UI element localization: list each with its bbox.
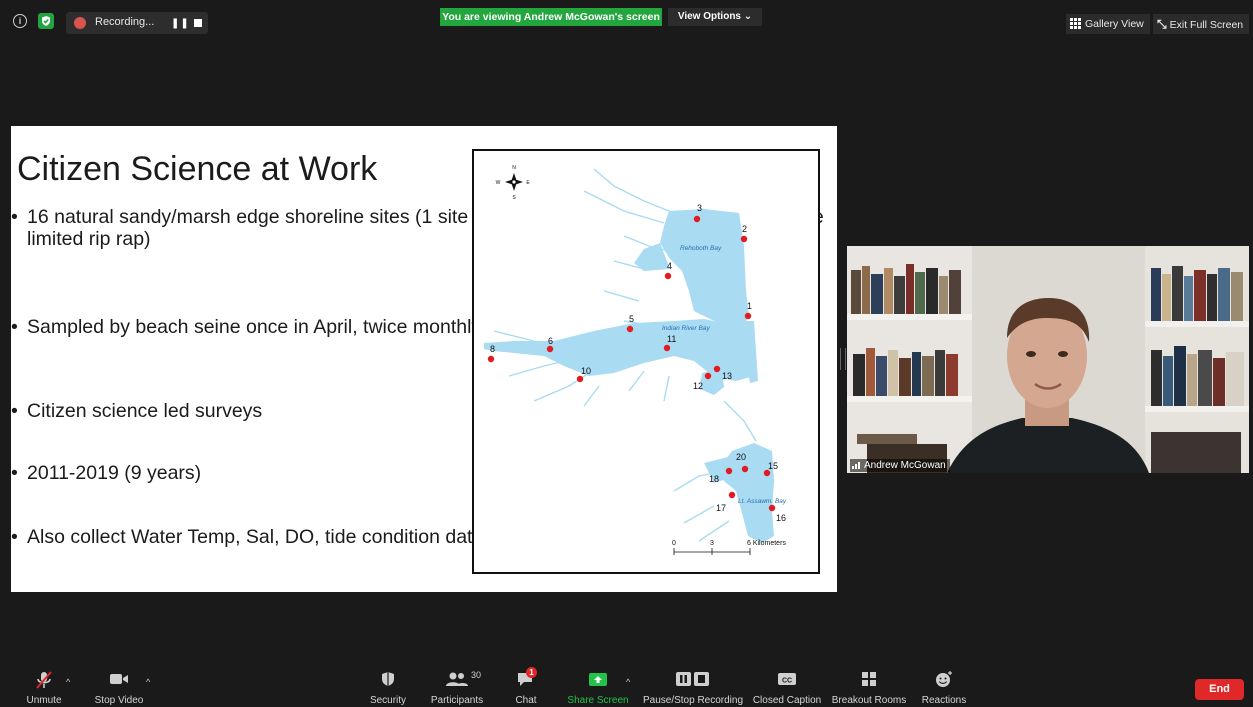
unmute-button[interactable]: Unmute [22,662,66,707]
viewing-screen-banner: You are viewing Andrew McGowan's screen [440,8,662,26]
stop-video-button[interactable]: Stop Video [92,662,146,707]
end-meeting-button[interactable]: End [1195,679,1244,700]
shared-screen-slide: Citizen Science at Work • 16 natural san… [11,126,837,592]
participant-name: Andrew McGowan [864,460,946,471]
slide-bullet: • 2011-2019 (9 years) [11,462,202,484]
closed-caption-icon: CC [776,670,798,691]
pause-stop-recording-button[interactable]: Pause/Stop Recording [642,662,744,707]
svg-text:3: 3 [710,540,714,547]
site-label: 6 [548,336,553,346]
participants-label: Participants [430,695,484,706]
site-label: 16 [776,513,786,523]
svg-text:0: 0 [672,540,676,547]
site-label: 3 [697,203,702,213]
breakout-rooms-icon [860,670,878,691]
bay-label: Indian River Bay [662,325,710,332]
slide-title: Citizen Science at Work [17,150,378,188]
grid-icon [1070,18,1081,29]
gallery-view-button[interactable]: Gallery View [1066,14,1150,34]
chat-label: Chat [515,695,537,706]
encryption-shield-icon[interactable] [38,13,54,29]
exit-full-screen-label: Exit Full Screen [1169,19,1244,31]
closed-caption-button[interactable]: CC Closed Caption [752,662,822,707]
gallery-view-label: Gallery View [1085,18,1144,30]
chevron-up-icon[interactable]: ^ [66,677,70,687]
stop-recording-icon[interactable] [194,19,202,27]
meeting-toolbar: Unmute ^ Stop Video ^ Security 30 Partic… [0,662,1253,707]
chevron-down-icon: ⌄ [743,11,753,22]
participants-icon: 30 [445,670,481,691]
security-label: Security [369,695,407,706]
site-label: 13 [722,371,732,381]
chat-button[interactable]: 1 Chat [509,662,543,707]
share-screen-icon [587,670,609,691]
compass-rose-icon: N S E W [496,165,531,201]
site-label: 18 [709,474,719,484]
site-label: 15 [768,461,778,471]
chevron-up-icon[interactable]: ^ [626,677,630,687]
pause-stop-icon [673,670,713,691]
svg-text:6 Kilometers: 6 Kilometers [747,540,786,547]
breakout-rooms-button[interactable]: Breakout Rooms [832,662,906,707]
site-label: 10 [581,366,591,376]
meeting-top-bar: i Recording... ❚❚ You are viewing Andrew… [0,0,1253,48]
site-label: 8 [490,344,495,354]
pause-stop-recording-label: Pause/Stop Recording [642,695,744,706]
bay-map-graphic: N S E W Rehoboth Bay Indian River Bay Lt… [484,165,787,555]
recording-label: Recording... [95,16,155,28]
svg-text:E: E [526,180,530,186]
unmute-label: Unmute [26,695,62,706]
site-label: 5 [629,314,634,324]
connection-signal-icon [852,460,862,469]
participant-name-tag: Andrew McGowan [850,459,950,472]
site-label: 17 [716,503,726,513]
participants-button[interactable]: 30 Participants [429,662,485,707]
recording-cloud-icon [74,17,86,29]
chat-unread-badge: 1 [526,667,537,678]
participants-count: 30 [471,670,482,680]
bay-label: Rehoboth Bay [680,245,722,252]
site-label: 20 [736,452,746,462]
site-label: 4 [667,261,672,271]
microphone-muted-icon [34,670,54,693]
svg-text:CC: CC [782,678,792,685]
map-scale-bar: 0 3 6 Kilometers [672,540,786,555]
view-options-label: View Options [677,11,741,22]
site-label: 1 [747,301,752,311]
site-label: 2 [742,224,747,234]
view-options-button[interactable]: View Options ⌄ [668,8,762,26]
exit-full-screen-button[interactable]: ⤡ Exit Full Screen [1153,14,1250,34]
participant-video-tile[interactable] [847,246,1249,473]
breakout-rooms-label: Breakout Rooms [831,695,907,706]
pause-recording-icon[interactable]: ❚❚ [171,18,190,29]
chevron-up-icon[interactable]: ^ [146,677,150,687]
shield-icon [379,670,397,691]
reactions-button[interactable]: Reactions [920,662,968,707]
slide-bullet: • Citizen science led surveys [11,400,263,422]
security-button[interactable]: Security [367,662,409,707]
video-camera-icon [108,670,130,691]
smiley-add-icon [934,670,954,691]
site-label: 12 [693,381,703,391]
bay-label: Lt. Assawm. Bay [738,498,787,505]
exit-fullscreen-icon: ⤡ [1157,17,1167,31]
info-icon[interactable]: i [13,14,27,28]
inland-bays-map: N S E W Rehoboth Bay Indian River Bay Lt… [472,149,820,574]
recording-indicator: Recording... ❚❚ [66,12,208,34]
share-screen-button[interactable]: Share Screen [567,662,629,707]
reactions-label: Reactions [921,695,967,706]
site-label: 11 [667,334,676,344]
svg-text:S: S [512,195,516,201]
svg-text:W: W [496,180,501,186]
share-screen-label: Share Screen [567,695,629,706]
closed-caption-label: Closed Caption [752,695,822,706]
chat-bubble-icon: 1 [516,667,537,691]
panel-resize-handle[interactable] [840,348,846,370]
svg-text:N: N [512,165,516,171]
participant-video-feed [847,246,1249,473]
stop-video-label: Stop Video [94,695,144,706]
